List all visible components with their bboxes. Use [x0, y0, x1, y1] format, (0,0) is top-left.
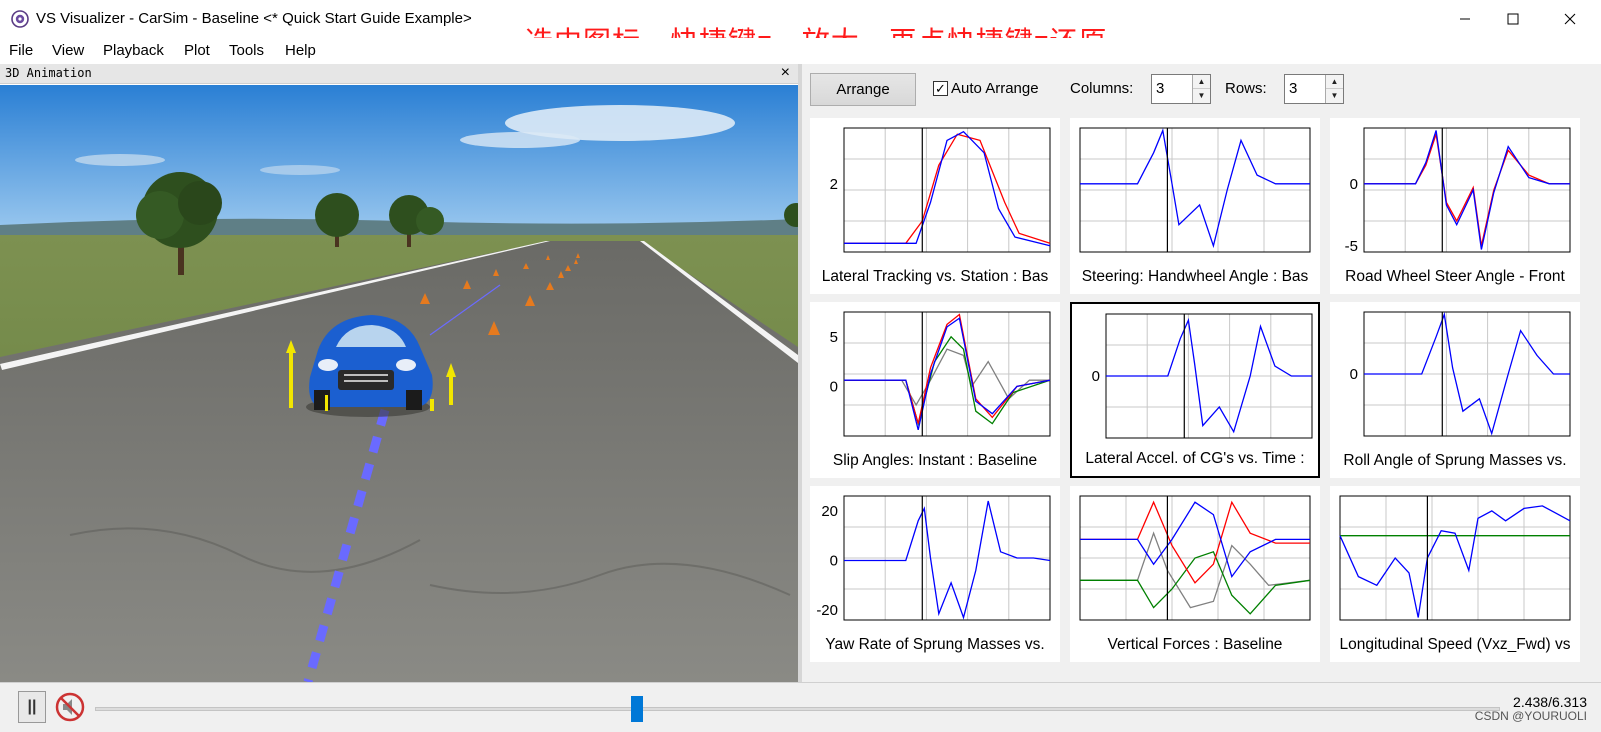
y-tick-label: 2 [830, 176, 838, 193]
plot-title: Road Wheel Steer Angle - Front [1345, 268, 1565, 285]
app-icon [11, 10, 29, 28]
plot-trace [1080, 500, 1310, 584]
plot-title: Yaw Rate of Sprung Masses vs. [825, 636, 1045, 653]
maximize-icon [1507, 13, 1519, 25]
menu-plot[interactable]: Plot [184, 42, 210, 59]
minimize-icon [1460, 18, 1470, 20]
y-tick-label: 0 [830, 378, 838, 395]
plots-panel: Arrange ✓ Auto Arrange Columns: 3 ▲ ▼ Ro… [802, 64, 1601, 682]
close-button[interactable] [1541, 0, 1599, 38]
menu-file[interactable]: File [9, 42, 33, 59]
columns-label: Columns: [1070, 80, 1134, 97]
rows-spinbox[interactable]: 3 ▲ ▼ [1284, 74, 1344, 104]
plot-trace [1080, 531, 1311, 609]
close-icon [1564, 13, 1576, 25]
cloud [75, 154, 165, 166]
playback-bar: || 2.438/6.313 CSDN @YOURUOLI [0, 682, 1601, 732]
rows-label: Rows: [1225, 80, 1267, 97]
plot-cell[interactable]: 0 Lateral Accel. of CG's vs. Time : [1070, 302, 1320, 478]
plot-cell[interactable]: 20 0 -20 Yaw Rate of Sprung Masses vs. [810, 486, 1060, 662]
check-icon: ✓ [935, 81, 946, 96]
plot-trace [1339, 505, 1571, 618]
spin-up-icon[interactable]: ▲ [1193, 75, 1210, 89]
plot-cell[interactable]: Longitudinal Speed (Vxz_Fwd) vs [1330, 486, 1580, 662]
columns-spinbox[interactable]: 3 ▲ ▼ [1151, 74, 1211, 104]
y-tick-label: 0 [1092, 368, 1100, 385]
plot-trace [844, 348, 1050, 407]
window-title: VS Visualizer - CarSim - Baseline <* Qui… [36, 10, 472, 27]
watermark: CSDN @YOURUOLI [1474, 709, 1587, 723]
animation-close-icon[interactable]: × [781, 64, 790, 82]
animation-title: 3D Animation [5, 66, 92, 80]
y-tick-label: 20 [821, 503, 838, 520]
menu-tools[interactable]: Tools [229, 42, 264, 59]
menu-help[interactable]: Help [285, 42, 316, 59]
plot-cell[interactable]: 2 Lateral Tracking vs. Station : Bas [810, 118, 1060, 294]
plot-cell[interactable]: 0 -5 Road Wheel Steer Angle - Front [1330, 118, 1580, 294]
pause-icon: || [27, 698, 37, 715]
plot-cell[interactable]: 0 Roll Angle of Sprung Masses vs. [1330, 302, 1580, 478]
y-tick-label: -5 [1345, 238, 1358, 255]
animation-header: 3D Animation × [0, 64, 798, 84]
maximize-button[interactable] [1484, 0, 1542, 38]
y-tick-label: 0 [1350, 176, 1358, 193]
plot-cell[interactable]: Steering: Handwheel Angle : Bas [1070, 118, 1320, 294]
y-tick-label: 0 [830, 552, 838, 569]
timeline-thumb[interactable] [631, 696, 644, 722]
columns-value: 3 [1156, 80, 1165, 97]
plot-title: Vertical Forces : Baseline [1107, 636, 1283, 653]
menu-playback[interactable]: Playback [103, 42, 164, 59]
spin-down-icon[interactable]: ▼ [1193, 89, 1210, 103]
menu-bar: File View Playback Plot Tools Help [0, 38, 1601, 64]
plot-trace [1080, 501, 1310, 579]
plot-trace [844, 130, 1051, 247]
y-tick-label: 5 [830, 329, 838, 346]
spin-down-icon[interactable]: ▼ [1326, 89, 1343, 103]
plot-trace [844, 500, 1051, 620]
vs-visualizer-window: VS Visualizer - CarSim - Baseline <* Qui… [0, 0, 1601, 732]
plot-title: Slip Angles: Instant : Baseline [832, 452, 1038, 469]
plot-title: Lateral Accel. of CG's vs. Time : [1085, 450, 1305, 467]
columns-spin-buttons: ▲ ▼ [1192, 75, 1210, 103]
animation-viewport[interactable] [0, 85, 798, 682]
plot-toolbar: Arrange ✓ Auto Arrange Columns: 3 ▲ ▼ Ro… [802, 64, 1601, 114]
cloud [460, 132, 580, 148]
plot-cell[interactable]: 5 0 Slip Angles: Instant : Baseline [810, 302, 1060, 478]
y-tick-label: 0 [1350, 366, 1358, 383]
plot-trace [1080, 128, 1310, 249]
rows-value: 3 [1289, 80, 1298, 97]
mute-button[interactable] [54, 691, 86, 723]
plot-title: Longitudinal Speed (Vxz_Fwd) vs [1339, 636, 1571, 653]
time-readout: 2.438/6.313 [1513, 694, 1587, 710]
plot-title: Steering: Handwheel Angle : Bas [1081, 268, 1309, 285]
rows-spin-buttons: ▲ ▼ [1325, 75, 1343, 103]
plot-trace [844, 313, 1051, 424]
cloud [260, 165, 340, 175]
plot-title: Lateral Tracking vs. Station : Bas [821, 268, 1049, 285]
title-bar: VS Visualizer - CarSim - Baseline <* Qui… [0, 0, 1601, 58]
menu-view[interactable]: View [52, 42, 84, 59]
y-tick-label: -20 [816, 602, 838, 619]
auto-arrange-checkbox[interactable]: ✓ [933, 81, 948, 96]
animation-panel: 3D Animation × [0, 64, 798, 682]
plot-cell[interactable]: Vertical Forces : Baseline [1070, 486, 1320, 662]
spin-up-icon[interactable]: ▲ [1326, 75, 1343, 89]
pause-button[interactable]: || [18, 691, 46, 723]
plot-trace [844, 133, 1051, 244]
plot-title: Roll Angle of Sprung Masses vs. [1343, 452, 1567, 469]
arrange-button[interactable]: Arrange [810, 73, 916, 106]
auto-arrange-label: Auto Arrange [951, 80, 1039, 97]
timeline-track[interactable] [95, 707, 1500, 711]
